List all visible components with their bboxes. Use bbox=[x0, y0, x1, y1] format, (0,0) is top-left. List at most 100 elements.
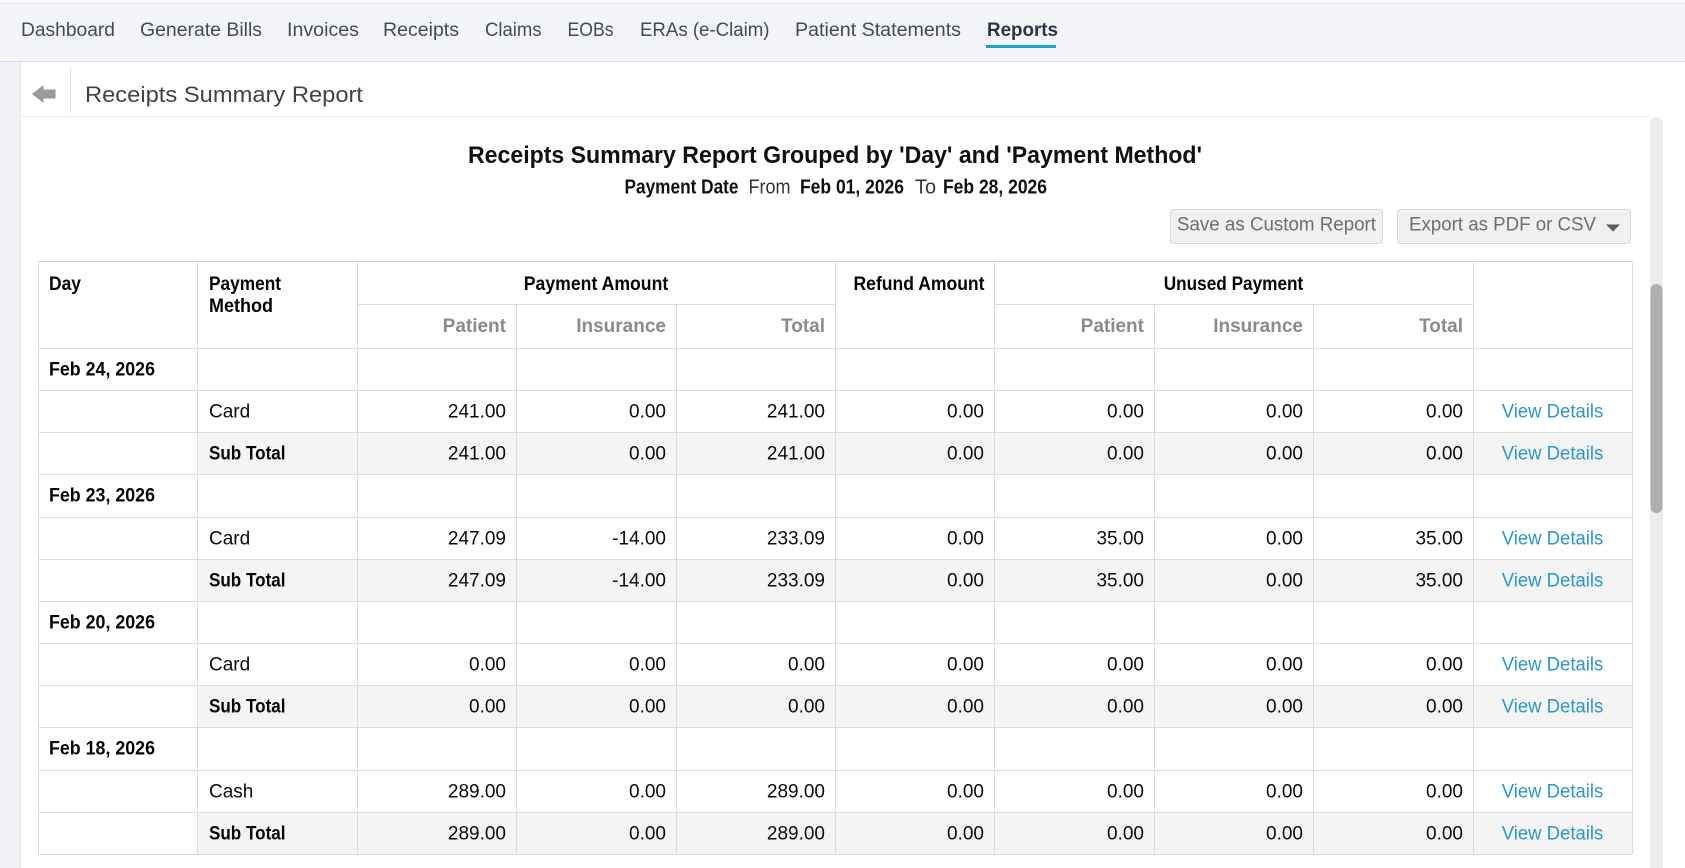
svg-text:0.00: 0.00 bbox=[947, 529, 984, 550]
svg-text:Total: Total bbox=[1419, 316, 1463, 337]
svg-text:0.00: 0.00 bbox=[1107, 782, 1144, 803]
svg-text:Reports: Reports bbox=[987, 20, 1058, 41]
svg-text:0.00: 0.00 bbox=[1426, 824, 1463, 845]
svg-text:Feb 24, 2026: Feb 24, 2026 bbox=[49, 359, 155, 381]
svg-text:0.00: 0.00 bbox=[788, 655, 825, 676]
svg-text:241.00: 241.00 bbox=[767, 444, 825, 465]
svg-text:Generate Bills: Generate Bills bbox=[140, 20, 262, 41]
svg-text:Payment Amount: Payment Amount bbox=[524, 273, 669, 295]
svg-text:View Details: View Details bbox=[1502, 444, 1604, 465]
svg-text:0.00: 0.00 bbox=[1107, 697, 1144, 718]
svg-text:Feb 01, 2026: Feb 01, 2026 bbox=[800, 177, 904, 199]
svg-text:233.09: 233.09 bbox=[767, 529, 825, 550]
svg-text:0.00: 0.00 bbox=[947, 402, 984, 423]
svg-text:0.00: 0.00 bbox=[947, 444, 984, 465]
svg-text:View Details: View Details bbox=[1502, 824, 1604, 845]
svg-text:Feb 18, 2026: Feb 18, 2026 bbox=[49, 738, 155, 760]
svg-text:View Details: View Details bbox=[1502, 782, 1604, 803]
svg-text:0.00: 0.00 bbox=[947, 571, 984, 592]
svg-text:0.00: 0.00 bbox=[1266, 444, 1303, 465]
svg-text:View Details: View Details bbox=[1502, 571, 1604, 592]
svg-text:241.00: 241.00 bbox=[448, 402, 506, 423]
svg-text:289.00: 289.00 bbox=[767, 782, 825, 803]
svg-text:Insurance: Insurance bbox=[1213, 316, 1303, 337]
svg-text:Patient: Patient bbox=[443, 316, 507, 337]
svg-text:289.00: 289.00 bbox=[448, 824, 506, 845]
svg-text:0.00: 0.00 bbox=[947, 655, 984, 676]
svg-text:0.00: 0.00 bbox=[629, 782, 666, 803]
svg-text:0.00: 0.00 bbox=[469, 697, 506, 718]
svg-text:0.00: 0.00 bbox=[1107, 824, 1144, 845]
svg-text:Feb 20, 2026: Feb 20, 2026 bbox=[49, 612, 155, 634]
svg-text:0.00: 0.00 bbox=[788, 697, 825, 718]
svg-text:289.00: 289.00 bbox=[767, 824, 825, 845]
svg-text:0.00: 0.00 bbox=[1426, 655, 1463, 676]
svg-text:0.00: 0.00 bbox=[1107, 444, 1144, 465]
svg-text:Sub Total: Sub Total bbox=[209, 443, 286, 465]
svg-text:0.00: 0.00 bbox=[1266, 529, 1303, 550]
svg-text:Sub Total: Sub Total bbox=[209, 696, 286, 718]
svg-text:35.00: 35.00 bbox=[1415, 529, 1463, 550]
svg-text:View Details: View Details bbox=[1502, 529, 1604, 550]
svg-text:0.00: 0.00 bbox=[1107, 655, 1144, 676]
svg-text:Sub Total: Sub Total bbox=[209, 570, 286, 592]
svg-text:Total: Total bbox=[781, 316, 825, 337]
svg-text:0.00: 0.00 bbox=[1266, 571, 1303, 592]
svg-text:0.00: 0.00 bbox=[1426, 782, 1463, 803]
svg-text:Insurance: Insurance bbox=[576, 316, 666, 337]
svg-text:0.00: 0.00 bbox=[1426, 444, 1463, 465]
svg-text:Receipts Summary Report Groupe: Receipts Summary Report Grouped by 'Day'… bbox=[468, 142, 1202, 169]
svg-text:Card: Card bbox=[209, 529, 250, 550]
svg-text:233.09: 233.09 bbox=[767, 571, 825, 592]
svg-text:Invoices: Invoices bbox=[287, 20, 359, 41]
svg-text:0.00: 0.00 bbox=[1266, 824, 1303, 845]
svg-text:241.00: 241.00 bbox=[767, 402, 825, 423]
svg-text:247.09: 247.09 bbox=[448, 571, 506, 592]
svg-text:Receipts: Receipts bbox=[383, 20, 459, 41]
svg-text:Day: Day bbox=[49, 273, 81, 295]
svg-text:Payment: Payment bbox=[209, 273, 281, 295]
svg-text:Feb 28, 2026: Feb 28, 2026 bbox=[943, 177, 1047, 199]
svg-text:Sub Total: Sub Total bbox=[209, 823, 286, 845]
svg-text:ERAs (e-Claim): ERAs (e-Claim) bbox=[640, 20, 770, 41]
svg-text:-14.00: -14.00 bbox=[612, 571, 666, 592]
svg-text:0.00: 0.00 bbox=[1266, 782, 1303, 803]
svg-text:Save as Custom Report: Save as Custom Report bbox=[1177, 215, 1377, 236]
svg-text:View Details: View Details bbox=[1502, 697, 1604, 718]
svg-text:35.00: 35.00 bbox=[1096, 529, 1144, 550]
svg-text:Refund Amount: Refund Amount bbox=[854, 273, 985, 295]
svg-text:0.00: 0.00 bbox=[947, 782, 984, 803]
svg-text:0.00: 0.00 bbox=[629, 824, 666, 845]
svg-text:To: To bbox=[915, 177, 936, 199]
svg-text:0.00: 0.00 bbox=[1266, 402, 1303, 423]
svg-text:Card: Card bbox=[209, 402, 250, 423]
svg-text:Claims: Claims bbox=[485, 20, 542, 41]
svg-text:35.00: 35.00 bbox=[1096, 571, 1144, 592]
svg-text:Cash: Cash bbox=[209, 782, 253, 803]
svg-text:EOBs: EOBs bbox=[568, 20, 614, 41]
svg-text:0.00: 0.00 bbox=[1266, 655, 1303, 676]
svg-text:Receipts Summary Report: Receipts Summary Report bbox=[85, 82, 363, 107]
svg-text:View Details: View Details bbox=[1502, 655, 1604, 676]
svg-text:0.00: 0.00 bbox=[1426, 402, 1463, 423]
svg-text:289.00: 289.00 bbox=[448, 782, 506, 803]
svg-text:Card: Card bbox=[209, 655, 250, 676]
svg-text:0.00: 0.00 bbox=[629, 402, 666, 423]
svg-text:Payment Date: Payment Date bbox=[625, 177, 739, 199]
svg-text:0.00: 0.00 bbox=[629, 697, 666, 718]
svg-text:Export as PDF or CSV: Export as PDF or CSV bbox=[1409, 215, 1596, 236]
svg-text:35.00: 35.00 bbox=[1415, 571, 1463, 592]
svg-text:0.00: 0.00 bbox=[947, 697, 984, 718]
svg-text:Unused Payment: Unused Payment bbox=[1164, 273, 1304, 295]
svg-text:0.00: 0.00 bbox=[629, 444, 666, 465]
svg-text:0.00: 0.00 bbox=[1266, 697, 1303, 718]
svg-text:Patient Statements: Patient Statements bbox=[795, 20, 961, 41]
svg-text:0.00: 0.00 bbox=[1107, 402, 1144, 423]
svg-text:View Details: View Details bbox=[1502, 402, 1604, 423]
svg-text:0.00: 0.00 bbox=[469, 655, 506, 676]
svg-text:241.00: 241.00 bbox=[448, 444, 506, 465]
svg-text:0.00: 0.00 bbox=[629, 655, 666, 676]
svg-text:Dashboard: Dashboard bbox=[21, 20, 115, 41]
svg-text:0.00: 0.00 bbox=[1426, 697, 1463, 718]
svg-text:Feb 23, 2026: Feb 23, 2026 bbox=[49, 485, 155, 507]
